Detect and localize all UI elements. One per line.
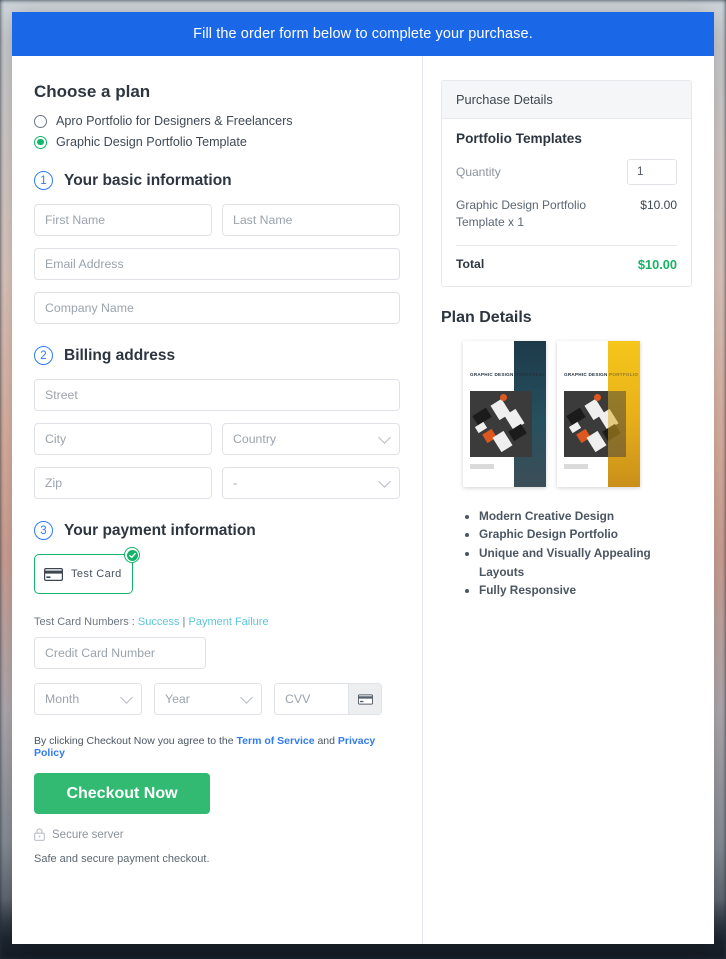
total-label: Total (456, 257, 485, 272)
card-number-row: Credit Card Number (34, 637, 400, 669)
plan-option-graphic-design[interactable]: Graphic Design Portfolio Template (34, 135, 400, 149)
step-header-basic-information: 1 Your basic information (34, 171, 400, 190)
line-item-amount: $10.00 (640, 198, 677, 212)
chevron-down-icon (378, 474, 391, 488)
checkout-card: Fill the order form below to complete yo… (12, 12, 714, 944)
city-country-row: City Country (34, 423, 400, 455)
last-name-input[interactable]: Last Name (222, 204, 400, 236)
purchase-details-header: Purchase Details (442, 81, 691, 119)
payment-method-test-card[interactable]: Test Card (34, 547, 140, 594)
cvv-input-group[interactable]: CVV (274, 683, 382, 715)
step-title: Billing address (64, 346, 176, 364)
preview-overlay (608, 340, 640, 487)
preview-photo (470, 390, 532, 457)
secure-server-label: Secure server (52, 828, 124, 841)
checkout-now-button[interactable]: Checkout Now (34, 773, 210, 814)
quantity-label: Quantity (456, 165, 501, 179)
plan-option-apro[interactable]: Apro Portfolio for Designers & Freelance… (34, 114, 400, 128)
country-select-value: Country (233, 432, 277, 446)
feature-list: Modern Creative Design Graphic Design Po… (441, 507, 692, 600)
order-form-column: Choose a plan Apro Portfolio for Designe… (12, 56, 422, 944)
expiry-month-select[interactable]: Month (34, 683, 142, 715)
total-amount: $10.00 (637, 256, 677, 272)
test-card-prefix: Test Card Numbers : (34, 616, 138, 628)
step-number-badge: 2 (34, 346, 53, 365)
summary-divider (456, 244, 677, 246)
name-row: First Name Last Name (34, 204, 400, 236)
city-input[interactable]: City (34, 423, 212, 455)
legal-agreement-text: By clicking Checkout Now you agree to th… (34, 735, 400, 759)
list-item: Modern Creative Design (479, 507, 692, 526)
safe-checkout-note: Safe and secure payment checkout. (34, 853, 210, 865)
step-number-badge: 1 (34, 171, 53, 190)
cvv-input[interactable]: CVV (275, 692, 348, 706)
legal-conjunction: and (314, 735, 338, 747)
step-title: Your basic information (64, 171, 232, 189)
banner-text: Fill the order form below to complete yo… (193, 26, 533, 42)
step-number-badge: 3 (34, 521, 53, 540)
quantity-input[interactable]: 1 (627, 159, 677, 185)
preview-title: GRAPHIC DESIGN PORTFOLIO (470, 371, 545, 377)
plan-option-label: Apro Portfolio for Designers & Freelance… (56, 114, 293, 128)
line-item-row: Graphic Design Portfolio Template x 1 $1… (456, 197, 677, 232)
email-input[interactable]: Email Address (34, 248, 400, 280)
email-row: Email Address (34, 248, 400, 280)
chevron-down-icon (120, 690, 133, 704)
legal-prefix: By clicking Checkout Now you agree to th… (34, 735, 237, 747)
preview-caption-bar (470, 463, 494, 469)
checkout-page: Fill the order form below to complete yo… (0, 0, 726, 959)
payment-method-label: Test Card (71, 568, 122, 580)
choose-plan-heading: Choose a plan (34, 82, 151, 101)
company-row: Company Name (34, 292, 400, 324)
product-title: Portfolio Templates (456, 131, 582, 146)
check-circle-icon (124, 547, 140, 563)
radio-icon-graphic-design-selected[interactable] (34, 135, 47, 149)
step-title: Your payment information (64, 521, 256, 539)
total-row: Total $10.00 (456, 257, 677, 272)
zip-input[interactable]: Zip (34, 467, 212, 499)
list-item: Unique and Visually Appealing Layouts (479, 544, 692, 581)
secure-server-note: Secure server (34, 828, 400, 841)
first-name-input[interactable]: First Name (34, 204, 212, 236)
expiry-cvv-row: Month Year CVV (34, 683, 400, 715)
plan-option-label: Graphic Design Portfolio Template (56, 135, 247, 149)
test-card-failure-link[interactable]: Payment Failure (188, 616, 268, 628)
list-item: Fully Responsive (479, 581, 692, 600)
credit-card-number-input[interactable]: Credit Card Number (34, 637, 206, 669)
country-select[interactable]: Country (222, 423, 400, 455)
company-name-input[interactable]: Company Name (34, 292, 400, 324)
quantity-row: Quantity 1 (456, 159, 677, 185)
portfolio-preview-image-2: GRAPHIC DESIGN PORTFOLIO (557, 340, 640, 487)
radio-icon-apro[interactable] (34, 114, 47, 128)
top-banner: Fill the order form below to complete yo… (12, 12, 714, 56)
list-item: Graphic Design Portfolio (479, 525, 692, 544)
purchase-details-body: Portfolio Templates Quantity 1 Graphic D… (442, 119, 691, 286)
preview-caption-bar (564, 463, 588, 469)
lock-icon (34, 828, 45, 841)
zip-state-row: Zip - (34, 467, 400, 499)
state-select-value: - (233, 476, 238, 490)
chevron-down-icon (240, 690, 253, 704)
expiry-month-value: Month (45, 692, 80, 706)
step-header-payment-information: 3 Your payment information (34, 521, 400, 540)
cvv-card-icon (348, 684, 381, 714)
expiry-year-select[interactable]: Year (154, 683, 262, 715)
terms-of-service-link[interactable]: Term of Service (237, 735, 315, 747)
street-input[interactable]: Street (34, 379, 400, 411)
portfolio-preview-image-1: GRAPHIC DESIGN PORTFOLIO (463, 340, 546, 487)
card-body: Choose a plan Apro Portfolio for Designe… (12, 56, 714, 944)
step-header-billing-address: 2 Billing address (34, 346, 400, 365)
plan-preview-images: GRAPHIC DESIGN PORTFOLIO GRAPHIC DESIGN … (441, 340, 692, 487)
credit-card-icon (44, 567, 63, 581)
street-row: Street (34, 379, 400, 411)
plan-details-heading: Plan Details (441, 308, 532, 326)
purchase-details-panel: Purchase Details Portfolio Templates Qua… (441, 80, 692, 287)
test-card-numbers-line: Test Card Numbers : Success | Payment Fa… (34, 616, 400, 628)
chevron-down-icon (378, 430, 391, 444)
line-item-name: Graphic Design Portfolio Template x 1 (456, 198, 587, 230)
expiry-year-value: Year (165, 692, 190, 706)
test-card-success-link[interactable]: Success (138, 616, 180, 628)
state-select[interactable]: - (222, 467, 400, 499)
summary-column: Purchase Details Portfolio Templates Qua… (423, 56, 714, 944)
